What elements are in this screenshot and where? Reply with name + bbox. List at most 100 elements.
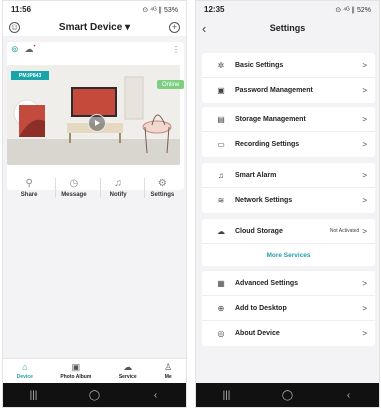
device-actions: ⚲ Share ◷ Message ♫ Notify ⚙ Settings xyxy=(7,171,184,205)
screenshot-stage: 11:56 ⊙ ⁴ᴳ ∥ 53% ☺ Smart Device ▾ + ⊚ ☁•… xyxy=(0,0,381,408)
cloud-storage-row[interactable]: ☁ Cloud Storage Not Activated > xyxy=(202,219,375,244)
settings-header: ‹ Settings xyxy=(196,18,379,38)
chevron-right-icon: > xyxy=(362,329,367,338)
person-icon: ♙ xyxy=(164,362,173,372)
advanced-settings-row[interactable]: ▦ Advanced Settings > xyxy=(202,271,375,296)
settings-group-basic: ✲ Basic Settings > ▣ Password Management… xyxy=(202,53,375,103)
tab-device[interactable]: ⌂ Device xyxy=(17,362,33,380)
home-button[interactable]: ◯ xyxy=(273,390,303,401)
online-status-badge: Online xyxy=(157,80,185,89)
settings-label: Settings xyxy=(150,192,175,198)
status-indicators: ⊙ ⁴ᴳ ∥ 53% xyxy=(142,6,178,14)
status-time: 11:56 xyxy=(11,5,32,14)
device-card-header: ⊚ ☁• ⋮ xyxy=(7,42,184,57)
system-nav-bar: ||| ◯ ‹ xyxy=(3,383,186,407)
camera-icon[interactable]: ⊚ xyxy=(11,44,19,55)
status-time: 12:35 xyxy=(204,5,225,14)
recent-apps-button[interactable]: ||| xyxy=(212,390,242,401)
row-label: Password Management xyxy=(235,87,313,94)
password-management-row[interactable]: ▣ Password Management > xyxy=(202,78,375,103)
device-list-screen: 11:56 ⊙ ⁴ᴳ ∥ 53% ☺ Smart Device ▾ + ⊚ ☁•… xyxy=(2,0,187,408)
row-label: Storage Management xyxy=(235,115,306,123)
recording-settings-row[interactable]: ▭ Recording Settings > xyxy=(202,132,375,157)
back-arrow-icon[interactable]: ‹ xyxy=(202,21,206,36)
row-label: About Device xyxy=(235,330,280,337)
gear-icon: ✲ xyxy=(217,60,225,70)
row-label: Add to Desktop xyxy=(235,304,287,312)
cloud-icon[interactable]: ☁• xyxy=(25,44,36,55)
system-nav-bar: ||| ◯ ‹ xyxy=(196,383,379,407)
settings-button[interactable]: ⚙ Settings xyxy=(143,178,180,198)
notify-button[interactable]: ♫ Notify xyxy=(99,178,136,198)
page-title[interactable]: Smart Device ▾ xyxy=(59,22,130,33)
about-device-row[interactable]: ◎ About Device > xyxy=(202,321,375,346)
bell-off-icon: ♫ xyxy=(114,178,122,189)
bottom-tab-bar: ⌂ Device ▣ Photo Album ☁ Service ♙ Me xyxy=(3,358,186,383)
tab-label: Device xyxy=(16,374,33,380)
row-label: Smart Alarm xyxy=(235,171,277,179)
settings-group-storage: ▤ Storage Management > ▭ Recording Setti… xyxy=(202,107,375,157)
chevron-right-icon: > xyxy=(362,114,367,124)
tab-label: Photo Album xyxy=(60,374,92,380)
settings-group-cloud: ☁ Cloud Storage Not Activated > More Ser… xyxy=(202,219,375,266)
status-bar: 11:56 ⊙ ⁴ᴳ ∥ 53% xyxy=(3,1,186,18)
tab-service[interactable]: ☁ Service xyxy=(119,362,137,380)
tab-me[interactable]: ♙ Me xyxy=(164,362,172,380)
network-settings-row[interactable]: ≋ Network Settings > xyxy=(202,188,375,213)
storage-icon: ▤ xyxy=(217,114,225,124)
page-title: Settings xyxy=(269,23,306,33)
status-indicators: ⊙ ⁴ᴳ ∥ 52% xyxy=(335,6,371,14)
recent-apps-button[interactable]: ||| xyxy=(19,390,49,401)
storage-management-row[interactable]: ▤ Storage Management > xyxy=(202,107,375,132)
row-label: Advanced Settings xyxy=(235,279,299,287)
tab-photo-album[interactable]: ▣ Photo Album xyxy=(60,362,91,380)
home-button[interactable]: ◯ xyxy=(80,390,110,401)
message-label: Message xyxy=(61,192,87,198)
share-icon: ⚲ xyxy=(25,178,33,189)
password-icon: ▣ xyxy=(217,86,225,95)
chevron-right-icon: > xyxy=(362,60,367,70)
row-label: Basic Settings xyxy=(235,61,284,69)
share-label: Share xyxy=(20,192,38,198)
plus-icon[interactable]: + xyxy=(168,21,180,33)
info-icon: ◎ xyxy=(217,329,225,338)
advanced-icon: ▦ xyxy=(217,278,225,288)
face-icon[interactable]: ☺ xyxy=(9,21,20,33)
play-icon[interactable] xyxy=(88,114,106,132)
tab-label: Service xyxy=(118,374,137,380)
app-header: ☺ Smart Device ▾ + xyxy=(3,18,186,36)
chevron-right-icon: > xyxy=(362,303,367,313)
tab-label: Me xyxy=(164,374,172,380)
chevron-right-icon: > xyxy=(362,86,367,95)
row-label: Recording Settings xyxy=(235,141,300,148)
basic-settings-row[interactable]: ✲ Basic Settings > xyxy=(202,53,375,78)
notify-label: Notify xyxy=(109,192,127,198)
chevron-right-icon: > xyxy=(362,140,367,149)
add-to-desktop-row[interactable]: ⊕ Add to Desktop > xyxy=(202,296,375,321)
smart-alarm-row[interactable]: ♫ Smart Alarm > xyxy=(202,163,375,188)
clock-icon: ◷ xyxy=(69,178,79,189)
row-label: Network Settings xyxy=(235,197,293,204)
more-options-icon[interactable]: ⋮ xyxy=(172,45,180,54)
cloud-status-value: Not Activated xyxy=(329,228,360,234)
record-icon: ▭ xyxy=(217,140,225,149)
message-button[interactable]: ◷ Message xyxy=(55,178,91,198)
back-button[interactable]: ‹ xyxy=(141,390,171,401)
desktop-icon: ⊕ xyxy=(217,303,225,313)
settings-group-advanced: ▦ Advanced Settings > ⊕ Add to Desktop >… xyxy=(202,271,375,346)
back-button[interactable]: ‹ xyxy=(334,390,364,401)
settings-screen: 12:35 ⊙ ⁴ᴳ ∥ 52% ‹ Settings ✲ Basic Sett… xyxy=(195,0,380,408)
home-icon: ⌂ xyxy=(22,362,28,372)
row-label: Cloud Storage xyxy=(235,227,283,235)
chevron-right-icon: > xyxy=(362,196,367,205)
wifi-icon: ≋ xyxy=(217,196,225,205)
more-services-link[interactable]: More Services xyxy=(202,244,375,266)
device-name-tag: PM:IP843 xyxy=(11,71,50,80)
chevron-right-icon: > xyxy=(362,226,367,236)
gear-icon: ⚙ xyxy=(157,178,167,189)
status-bar: 12:35 ⊙ ⁴ᴳ ∥ 52% xyxy=(196,1,379,18)
alarm-icon: ♫ xyxy=(218,170,224,180)
chevron-right-icon: > xyxy=(362,170,367,180)
share-button[interactable]: ⚲ Share xyxy=(11,178,47,198)
settings-group-alarm: ♫ Smart Alarm > ≋ Network Settings > xyxy=(202,163,375,213)
